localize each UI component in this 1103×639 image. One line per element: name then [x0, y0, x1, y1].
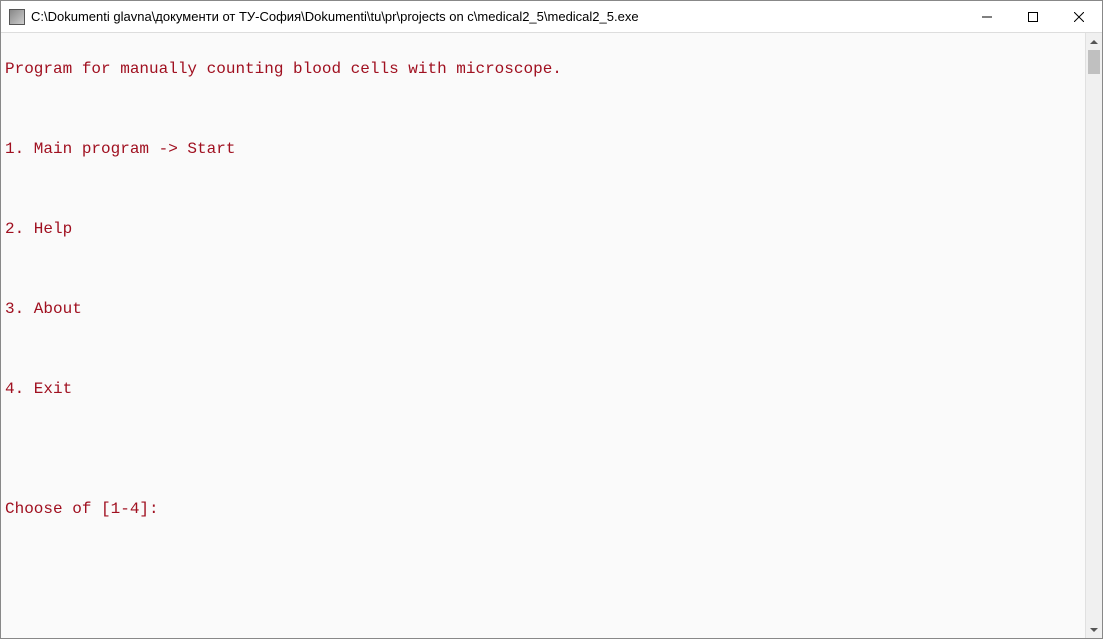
console-prompt: Choose of [1-4]:: [5, 499, 1081, 519]
menu-item-2: 2. Help: [5, 219, 1081, 239]
blank-line: [5, 99, 1081, 119]
minimize-button[interactable]: [964, 1, 1010, 32]
vertical-scrollbar[interactable]: [1085, 33, 1102, 638]
console-content[interactable]: Program for manually counting blood cell…: [1, 33, 1085, 638]
console-header: Program for manually counting blood cell…: [5, 59, 1081, 79]
blank-line: [5, 339, 1081, 359]
scroll-thumb[interactable]: [1088, 50, 1100, 74]
scroll-down-button[interactable]: [1086, 621, 1102, 638]
titlebar: C:\Dokumenti glavna\документи от ТУ-Софи…: [1, 1, 1102, 33]
window-controls: [964, 1, 1102, 32]
chevron-down-icon: [1090, 628, 1098, 632]
menu-item-1: 1. Main program -> Start: [5, 139, 1081, 159]
close-icon: [1074, 12, 1084, 22]
window-title: C:\Dokumenti glavna\документи от ТУ-Софи…: [31, 9, 964, 24]
maximize-icon: [1028, 12, 1038, 22]
maximize-button[interactable]: [1010, 1, 1056, 32]
blank-line: [5, 179, 1081, 199]
close-button[interactable]: [1056, 1, 1102, 32]
app-icon: [9, 9, 25, 25]
menu-item-4: 4. Exit: [5, 379, 1081, 399]
blank-line: [5, 419, 1081, 439]
menu-item-3: 3. About: [5, 299, 1081, 319]
blank-line: [5, 459, 1081, 479]
scroll-up-button[interactable]: [1086, 33, 1102, 50]
blank-line: [5, 259, 1081, 279]
console-area: Program for manually counting blood cell…: [1, 33, 1102, 638]
chevron-up-icon: [1090, 40, 1098, 44]
minimize-icon: [982, 12, 992, 22]
